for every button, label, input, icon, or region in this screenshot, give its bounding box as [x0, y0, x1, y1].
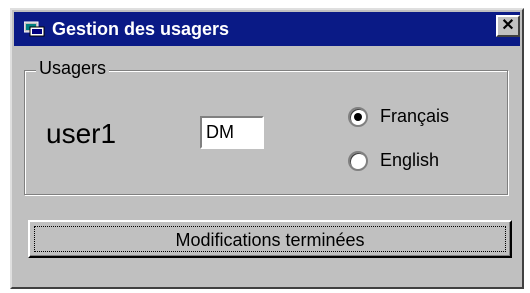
radio-english-label[interactable]: English — [380, 149, 439, 171]
groupbox-label: Usagers — [36, 58, 110, 78]
modifications-done-button[interactable]: Modifications terminées — [28, 220, 512, 258]
user-name-label: user1 — [46, 118, 117, 149]
initials-input[interactable] — [200, 116, 264, 149]
title-bar[interactable]: Gestion des usagers — [14, 12, 520, 46]
close-button[interactable]: ✕ — [496, 15, 520, 37]
window-title: Gestion des usagers — [52, 19, 230, 39]
close-icon: ✕ — [501, 17, 515, 34]
radio-francais[interactable] — [348, 107, 368, 127]
radio-francais-label[interactable]: Français — [380, 105, 449, 127]
button-label: Modifications terminées — [175, 230, 365, 250]
radio-selected-dot — [354, 113, 362, 121]
radio-english[interactable] — [348, 151, 368, 171]
app-icon — [24, 21, 45, 37]
